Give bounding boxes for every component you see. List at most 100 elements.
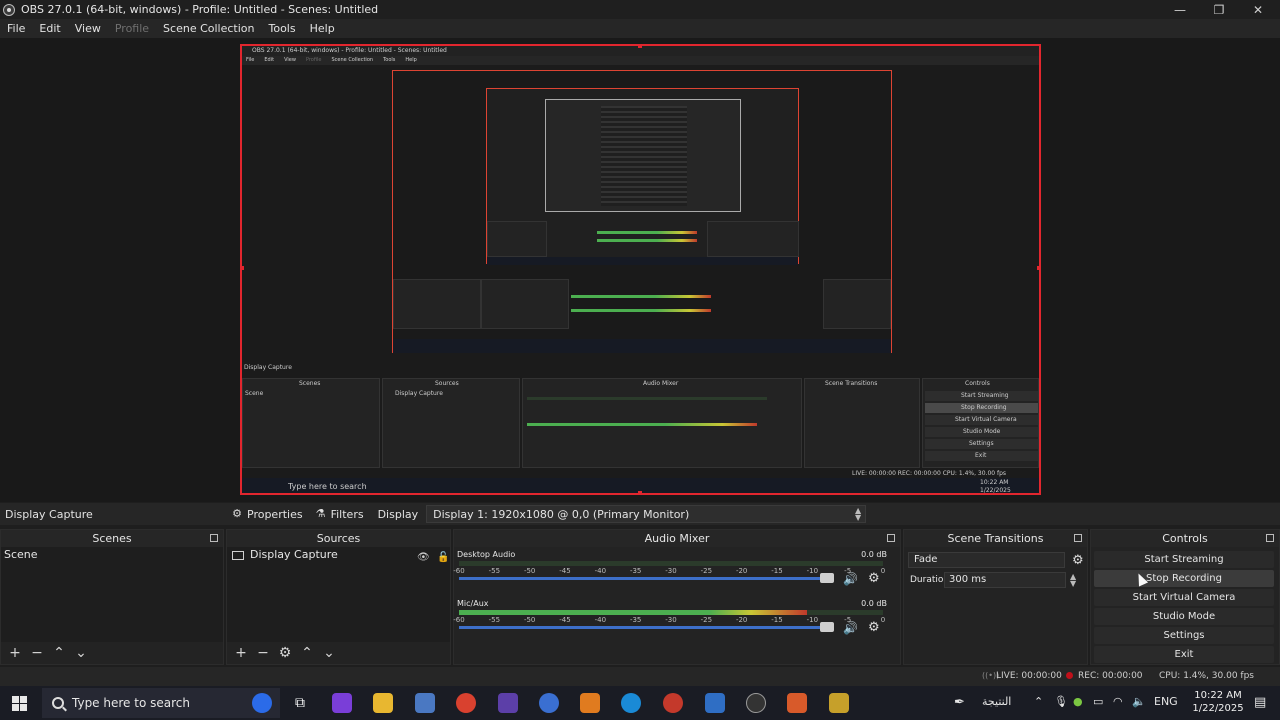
gear-icon[interactable]: ⚙ [868, 571, 880, 586]
browser-icon[interactable] [663, 693, 683, 713]
status-dot-icon[interactable]: ● [1073, 695, 1083, 708]
file-explorer-icon[interactable] [373, 693, 393, 713]
weather-label[interactable]: النتيجة [982, 695, 1011, 708]
speaker-icon[interactable]: 🔊 [843, 621, 858, 635]
notifications-icon[interactable]: ▤ [1254, 695, 1266, 710]
transition-select[interactable]: Fade [908, 552, 1065, 568]
wifi-icon[interactable]: ◠ [1113, 695, 1123, 708]
edge-icon[interactable] [621, 693, 641, 713]
menu-file[interactable]: File [0, 19, 32, 38]
duration-row: Duration 300 ms ▲ ▼ [904, 570, 1087, 590]
stop-recording-button[interactable]: Stop Recording [1094, 570, 1274, 587]
app-cube-icon[interactable] [415, 693, 435, 713]
volume-slider[interactable] [459, 577, 827, 580]
nested-meter [571, 309, 711, 312]
move-source-down-button[interactable]: ⌄ [320, 644, 338, 662]
meter-tick-label: 0 [880, 567, 886, 575]
add-scene-button[interactable]: + [6, 644, 24, 662]
visual-studio-icon[interactable] [498, 693, 518, 713]
microphone-icon[interactable]: 🎙 [1054, 695, 1068, 708]
menu-help[interactable]: Help [303, 19, 342, 38]
battery-icon[interactable]: ▭ [1093, 695, 1103, 708]
arc-icon[interactable] [539, 693, 559, 713]
obs-icon[interactable] [746, 693, 766, 713]
studio-mode-button[interactable]: Studio Mode [1094, 608, 1274, 625]
filters-button[interactable]: ⚗ Filters [309, 503, 370, 525]
undock-icon[interactable] [1266, 534, 1274, 542]
lock-icon[interactable]: 🔓 [437, 550, 449, 566]
resize-handle[interactable] [638, 491, 642, 493]
resize-handle[interactable] [638, 46, 642, 48]
preview-canvas[interactable]: OBS 27.0.1 (64-bit, windows) - Profile: … [240, 44, 1041, 495]
windows-start-icon[interactable] [12, 696, 27, 711]
nested-dock [707, 221, 799, 257]
nested-dock [481, 279, 569, 329]
gear-icon[interactable]: ⚙ [1072, 553, 1084, 568]
app-icon[interactable] [829, 693, 849, 713]
menu-tools[interactable]: Tools [262, 19, 303, 38]
move-scene-down-button[interactable]: ⌄ [72, 644, 90, 662]
undock-icon[interactable] [1074, 534, 1082, 542]
eye-icon[interactable]: 👁 [417, 550, 430, 566]
menu-view[interactable]: View [68, 19, 108, 38]
remove-scene-button[interactable]: − [28, 644, 46, 662]
nested-meter [597, 239, 697, 242]
start-virtual-camera-button[interactable]: Start Virtual Camera [1094, 589, 1274, 606]
settings-button[interactable]: Settings [1094, 627, 1274, 644]
pen-icon[interactable]: ✒ [954, 695, 965, 710]
properties-button[interactable]: ⚙ Properties [225, 503, 309, 525]
taskbar-clock[interactable]: 10:22 AM 1/22/2025 [1188, 689, 1248, 715]
language-indicator[interactable]: ENG [1154, 695, 1178, 708]
close-window-button[interactable]: ✕ [1238, 0, 1278, 19]
maximize-button[interactable]: ❐ [1199, 0, 1239, 19]
gear-icon[interactable]: ⚙ [868, 620, 880, 635]
chevron-updown-icon[interactable]: ▲ ▼ [1070, 573, 1076, 588]
exit-button[interactable]: Exit [1094, 646, 1274, 663]
start-streaming-button[interactable]: Start Streaming [1094, 551, 1274, 568]
menu-scene-collection[interactable]: Scene Collection [156, 19, 261, 38]
nested-preview-2 [486, 88, 799, 265]
move-source-up-button[interactable]: ⌃ [298, 644, 316, 662]
task-view-icon[interactable]: ⧉ [290, 693, 310, 713]
window-titlebar: OBS 27.0.1 (64-bit, windows) - Profile: … [0, 0, 1280, 19]
scene-item[interactable]: Scene [1, 547, 223, 563]
source-properties-button[interactable]: ⚙ [276, 644, 294, 662]
app-icon[interactable] [787, 693, 807, 713]
speaker-icon[interactable]: 🔊 [843, 572, 858, 586]
undock-icon[interactable] [210, 534, 218, 542]
display-select[interactable]: Display 1: 1920x1080 @ 0,0 (Primary Moni… [426, 505, 867, 523]
taskbar-search[interactable]: Type here to search [42, 688, 280, 718]
meter-tick-label: -20 [735, 567, 748, 575]
scenes-dock-title: Scenes [1, 530, 223, 547]
volume-slider-handle[interactable] [820, 573, 834, 583]
add-source-button[interactable]: + [232, 644, 250, 662]
volume-icon[interactable]: 🔈 [1132, 695, 1146, 708]
move-scene-up-button[interactable]: ⌃ [50, 644, 68, 662]
menu-edit[interactable]: Edit [32, 19, 67, 38]
media-app-icon[interactable] [705, 693, 725, 713]
remove-source-button[interactable]: − [254, 644, 272, 662]
resize-handle[interactable] [1037, 266, 1039, 270]
menu-profile[interactable]: Profile [108, 19, 156, 38]
chevron-up-icon[interactable]: ⌃ [1034, 695, 1043, 708]
resize-handle[interactable] [242, 266, 244, 270]
minimize-button[interactable]: — [1160, 0, 1200, 19]
undock-icon[interactable] [887, 534, 895, 542]
meter-tick-label: -35 [629, 616, 642, 624]
nested-controls-dock: Controls Start Streaming Stop Recording … [922, 378, 1039, 468]
nested-control-button: Stop Recording [925, 403, 1038, 413]
cortana-icon[interactable] [252, 693, 272, 713]
window-title: OBS 27.0.1 (64-bit, windows) - Profile: … [21, 3, 379, 16]
scenes-dock: Scenes Scene + − ⌃ ⌄ [0, 529, 224, 665]
duration-input[interactable]: 300 ms [944, 572, 1066, 588]
vlc-icon[interactable] [580, 693, 600, 713]
nested-control-button: Exit [925, 451, 1038, 461]
chrome-icon[interactable] [456, 693, 476, 713]
gear-icon: ⚙ [232, 507, 242, 520]
meter-tick-label: -45 [559, 567, 571, 575]
volume-slider[interactable] [459, 626, 827, 629]
copilot-icon[interactable] [332, 693, 352, 713]
nested-menu-file: File [246, 57, 255, 63]
source-item[interactable]: Display Capture 👁 🔓 [227, 547, 450, 563]
volume-slider-handle[interactable] [820, 622, 834, 632]
